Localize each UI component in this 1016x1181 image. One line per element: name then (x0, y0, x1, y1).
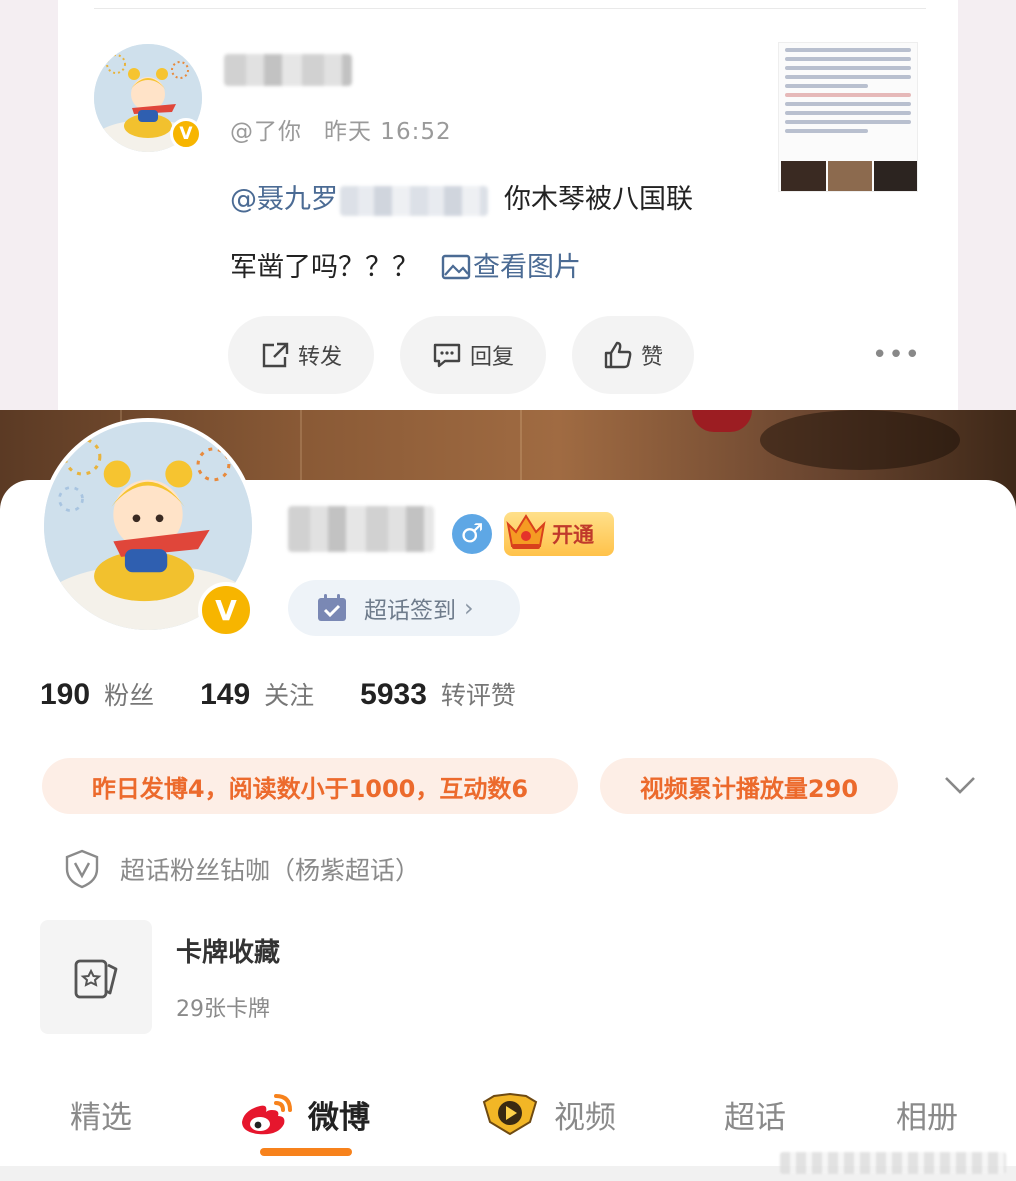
image-icon (441, 254, 471, 280)
stat-followers[interactable]: 190 粉丝 (40, 676, 154, 712)
stat-following[interactable]: 149 关注 (200, 676, 314, 712)
repost-icon (262, 342, 289, 368)
supertopic-fan-level[interactable]: 超话粉丝钻咖（杨紫超话） (64, 848, 420, 890)
tab-label: 相册 (896, 1099, 958, 1136)
active-tab-indicator (260, 1148, 352, 1156)
card-icon (74, 959, 118, 999)
shield-v-icon (65, 849, 99, 889)
like-label: 赞 (640, 345, 663, 370)
vip-label: 开通 (552, 523, 594, 547)
card-count: 29张卡牌 (176, 997, 270, 1022)
supertopic-text: 超话粉丝钻咖（杨紫超话） (120, 856, 421, 885)
stat-label: 转评赞 (440, 681, 516, 710)
verified-badge: V (170, 118, 202, 150)
supertopic-checkin-button[interactable]: 超话签到 › (288, 580, 520, 636)
banner-decoration (692, 410, 752, 432)
stat-label: 粉丝 (104, 681, 155, 710)
checkin-label: 超话签到 (364, 598, 456, 624)
view-image-link[interactable]: 查看图片 (441, 252, 581, 283)
comment-image-thumbnail[interactable] (778, 42, 918, 192)
comment-screenshot-panel: V @了你 昨天 16:52 @聂九罗 你木琴被八国联 军凿了吗？？？ 查看图片 转发… (0, 0, 1016, 410)
crown-icon (506, 514, 546, 549)
video-play-icon (482, 1092, 538, 1136)
tab-video[interactable]: 视频 (480, 1084, 616, 1144)
comment-text-line1: @聂九罗 你木琴被八国联 (230, 180, 693, 220)
tab-album[interactable]: 相册 (896, 1084, 958, 1144)
card-collection[interactable]: 卡牌收藏 29张卡牌 (40, 920, 280, 1034)
reply-button[interactable]: 回复 (400, 316, 546, 394)
video-views-chip[interactable]: 视频累计播放量290 (600, 758, 898, 814)
watermark-blurred (780, 1152, 1006, 1174)
comment-time: 昨天 16:52 (324, 119, 452, 145)
more-options-button[interactable]: ••• (872, 340, 920, 370)
stat-value: 149 (200, 678, 251, 711)
chevron-right-icon: › (464, 594, 474, 622)
like-button[interactable]: 赞 (572, 316, 694, 394)
repost-label: 转发 (297, 345, 342, 370)
comment-text-part2: 军凿了吗？？？ (230, 252, 419, 283)
tab-weibo[interactable]: 微博 (238, 1084, 370, 1144)
repost-button[interactable]: 转发 (228, 316, 374, 394)
tab-label: 精选 (70, 1099, 132, 1136)
card-texts: 卡牌收藏 29张卡牌 (176, 920, 280, 1034)
tab-featured[interactable]: 精选 (70, 1084, 132, 1144)
profile-username-blurred (288, 506, 434, 552)
mention-link[interactable]: @聂九罗 (230, 184, 338, 215)
username-blurred (224, 54, 352, 86)
view-image-label: 查看图片 (473, 252, 581, 283)
profile-stats: 190 粉丝 149 关注 5933 转评赞 (40, 676, 562, 720)
stat-label: 关注 (264, 681, 315, 710)
card-title: 卡牌收藏 (176, 938, 281, 968)
tab-label: 超话 (724, 1099, 786, 1136)
weibo-logo-icon (242, 1094, 292, 1135)
male-gender-icon: ♂ (452, 514, 492, 554)
mention-blurred (340, 185, 488, 216)
comment-text-line2: 军凿了吗？？？ 查看图片 (230, 248, 581, 288)
comment-card: V @了你 昨天 16:52 @聂九罗 你木琴被八国联 军凿了吗？？？ 查看图片 转发… (58, 0, 958, 410)
tab-label: 微博 (308, 1099, 370, 1136)
tab-supertopic[interactable]: 超话 (724, 1084, 786, 1144)
divider (94, 8, 926, 9)
calendar-check-icon (318, 594, 346, 621)
stat-value: 190 (40, 678, 91, 711)
profile-tabbar: 精选 微博 视频 超话 相册 (0, 1074, 1016, 1154)
chevron-down-icon[interactable] (940, 770, 980, 800)
comment-meta: @了你 昨天 16:52 (230, 112, 474, 146)
stat-value: 5933 (360, 678, 427, 711)
reply-icon (433, 343, 461, 368)
verified-badge: V (198, 582, 254, 638)
banner-decoration (760, 410, 960, 470)
like-icon (604, 341, 632, 369)
comment-handle: @了你 (230, 119, 302, 145)
card-tile (40, 920, 152, 1034)
stat-interactions[interactable]: 5933 转评赞 (360, 676, 516, 712)
reply-label: 回复 (469, 345, 514, 370)
daily-stats-chip[interactable]: 昨日发博4，阅读数小于1000，互动数6 (42, 758, 578, 814)
tab-label: 视频 (554, 1099, 616, 1136)
comment-text-part1: 你木琴被八国联 (504, 184, 693, 215)
